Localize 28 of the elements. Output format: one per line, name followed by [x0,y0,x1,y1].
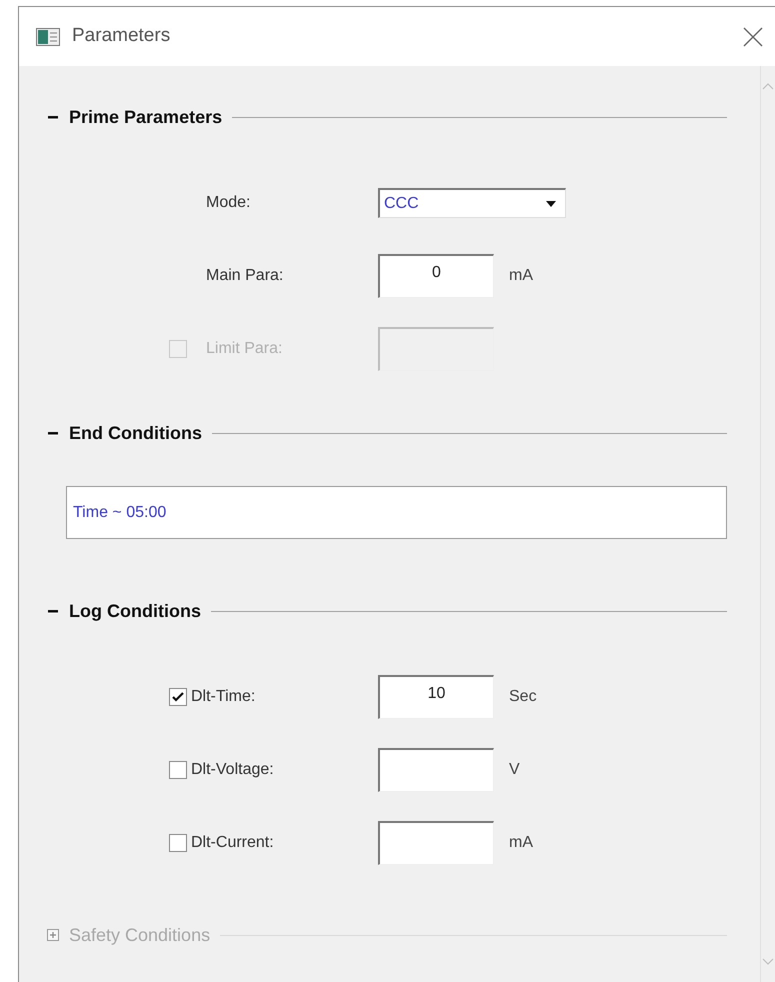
window-title: Parameters [72,24,170,48]
input-field[interactable]: 0 [378,254,494,298]
unit-label: Sec [509,687,537,707]
field-label: Limit Para: [206,339,282,359]
unit-label: mA [509,266,533,286]
check-icon [172,692,184,702]
section-title: Safety Conditions [69,924,210,947]
close-icon[interactable] [743,26,763,46]
unit-label: mA [509,833,533,853]
field-label: Main Para: [206,266,284,286]
window-icon [36,28,60,46]
checkbox[interactable] [169,688,187,706]
conditions-box[interactable]: Time ~ 05:00 [66,486,727,539]
field-label: Mode: [206,193,250,213]
checkbox[interactable] [169,761,187,779]
section-title: End Conditions [69,422,202,444]
dropdown-arrow-icon [545,200,557,208]
field-label: Dlt-Voltage: [191,760,274,780]
section-title: Log Conditions [69,600,201,623]
input-field[interactable] [378,748,494,792]
section-title: Prime Parameters [69,106,222,128]
field-label: Dlt-Current: [191,833,274,853]
unit-label: V [509,760,520,780]
input-field[interactable]: 10 [378,675,494,719]
field-label: Dlt-Time: [191,687,256,707]
input-field[interactable] [378,821,494,865]
checkbox[interactable] [169,834,187,852]
mode-dropdown[interactable]: CCC [378,188,566,218]
